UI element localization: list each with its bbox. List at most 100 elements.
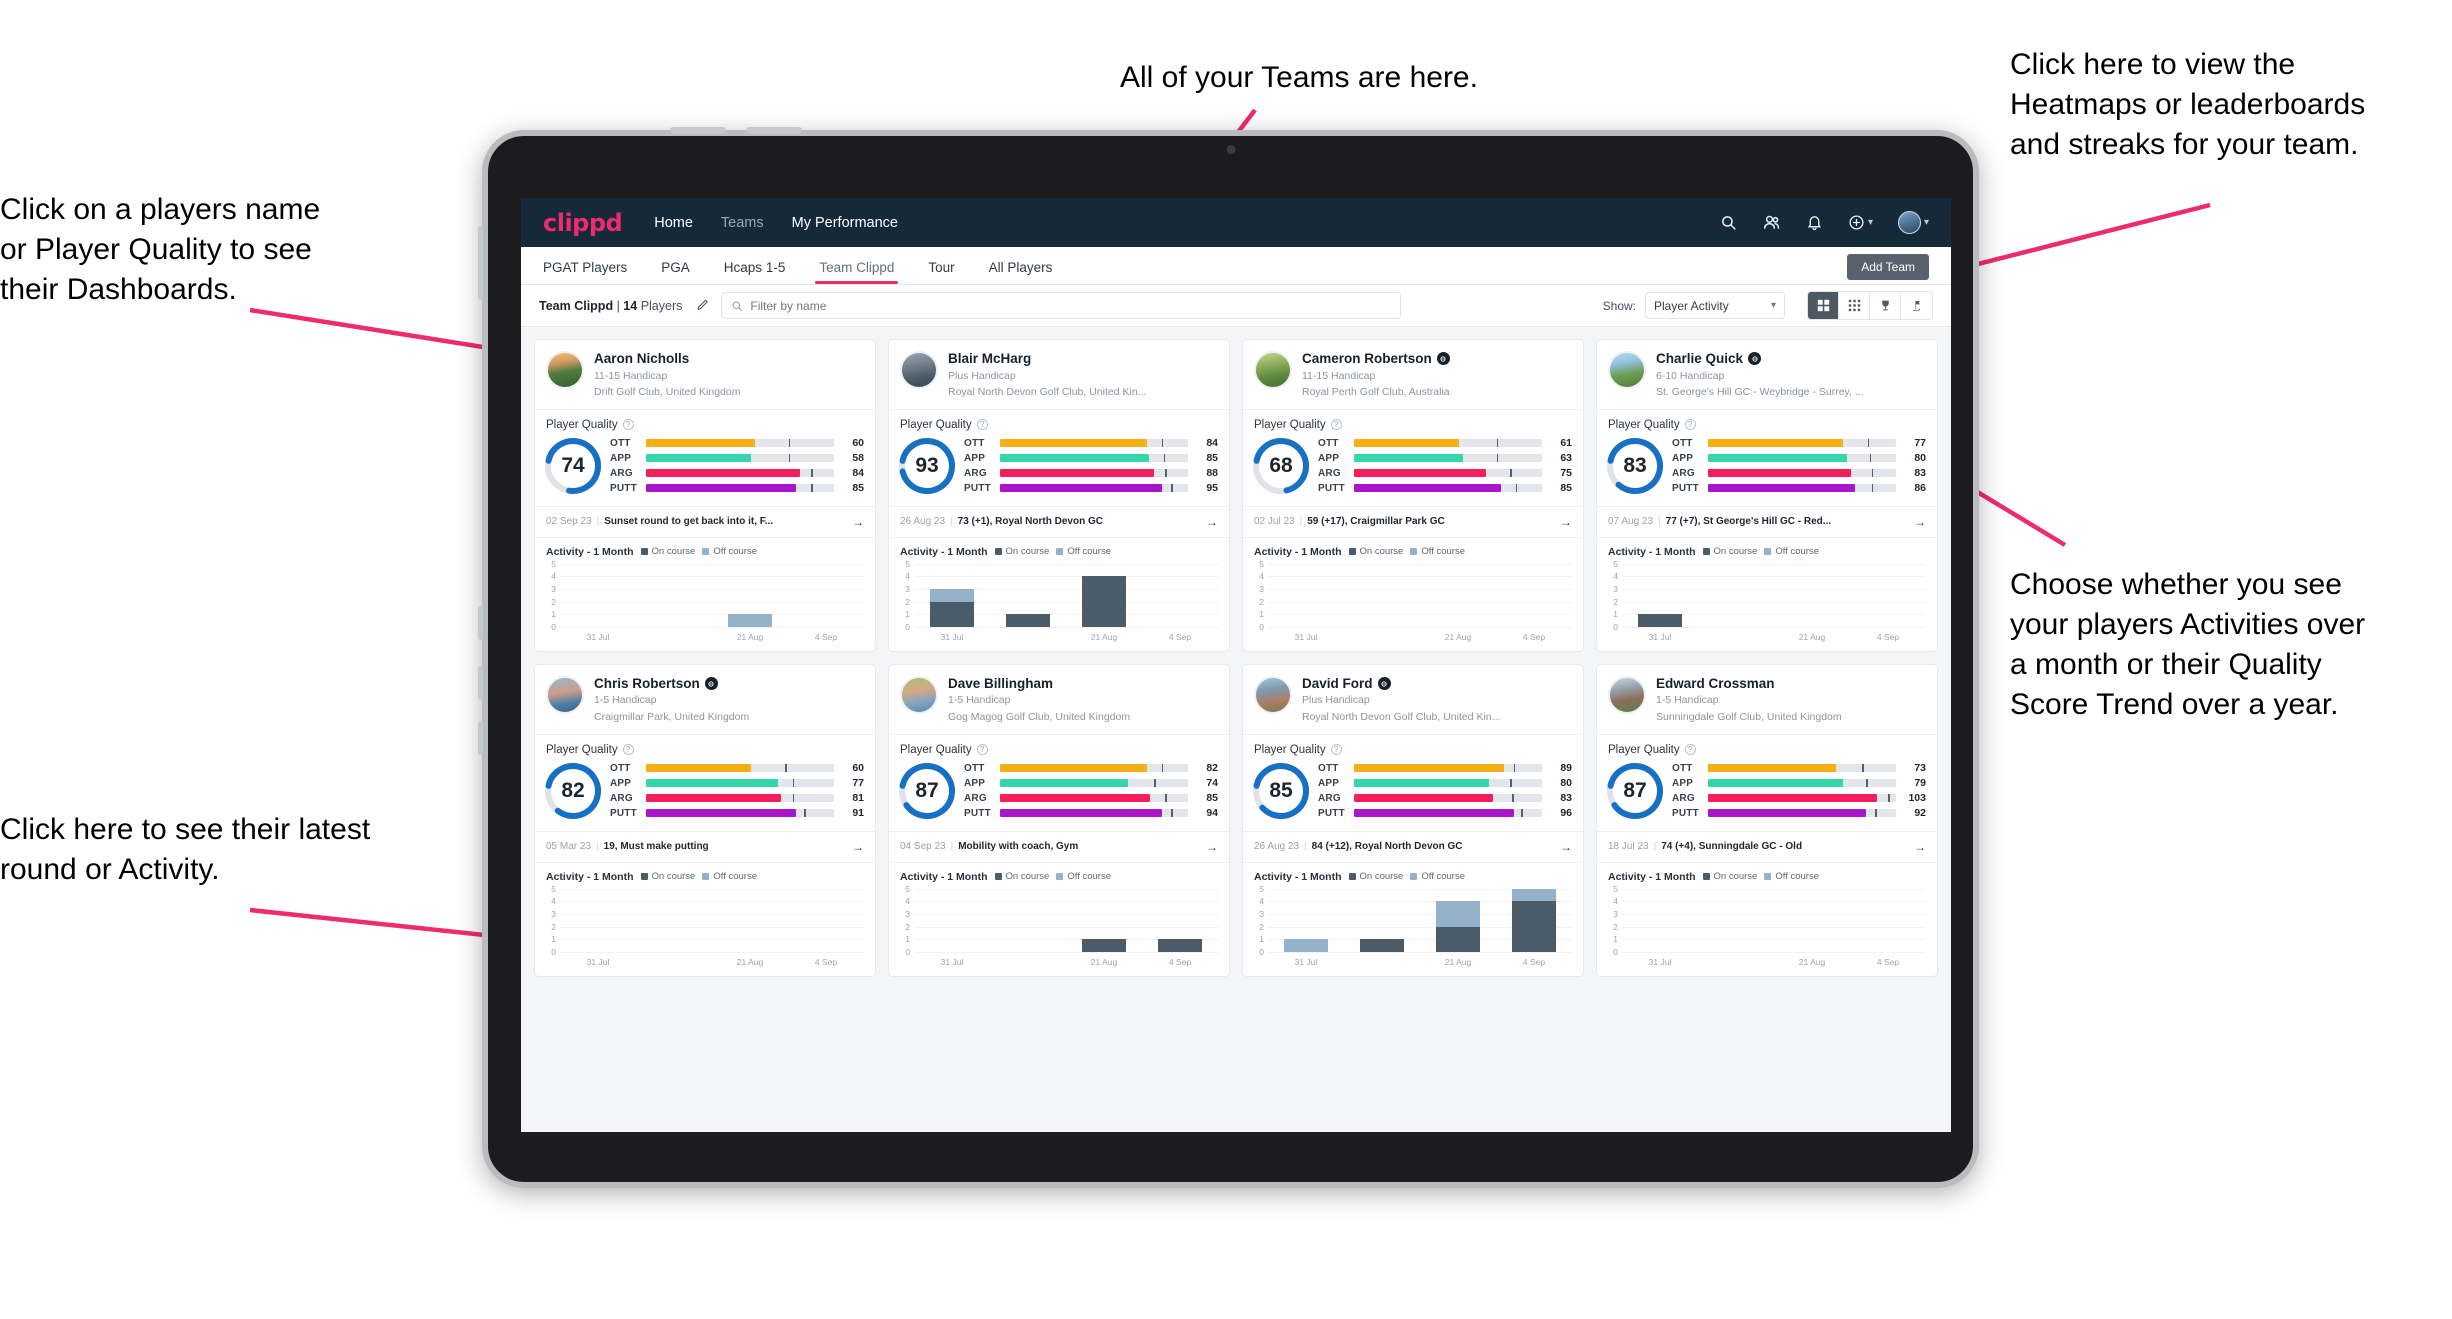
- nav-link-my-performance[interactable]: My Performance: [792, 215, 898, 231]
- metric-label: OTT: [1672, 437, 1693, 449]
- nav-link-teams[interactable]: Teams: [721, 215, 764, 231]
- player-quality-body[interactable]: 83 OTT 77 APP 80 ARG 83 PUTT 86: [1597, 433, 1937, 506]
- player-name[interactable]: Edward Crossman: [1656, 676, 1926, 692]
- question-mark-icon[interactable]: ?: [622, 419, 634, 431]
- arrow-right-icon[interactable]: →: [1908, 515, 1926, 529]
- question-mark-icon[interactable]: ?: [1330, 744, 1342, 756]
- latest-round-row[interactable]: 26 Aug 23 | 73 (+1), Royal North Devon G…: [889, 505, 1229, 538]
- player-card-header[interactable]: Edward Crossman 1-5 Handicap Sunningdale…: [1597, 665, 1937, 734]
- nav-link-home[interactable]: Home: [654, 215, 693, 231]
- tab-pga[interactable]: PGA: [661, 260, 690, 284]
- y-axis-tick: 4: [551, 896, 556, 907]
- player-card[interactable]: Aaron Nicholls 11-15 Handicap Drift Golf…: [534, 339, 876, 652]
- player-card[interactable]: Cameron Robertson 11-15 Handicap Royal P…: [1242, 339, 1584, 652]
- player-quality-body[interactable]: 87 OTT 73 APP 79 ARG 103 PUTT 92: [1597, 758, 1937, 831]
- player-card-header[interactable]: David Ford Plus Handicap Royal North Dev…: [1243, 665, 1583, 734]
- player-card-header[interactable]: Chris Robertson 1-5 Handicap Craigmillar…: [535, 665, 875, 734]
- latest-round-row[interactable]: 02 Sep 23 | Sunset round to get back int…: [535, 505, 875, 538]
- player-card[interactable]: Charlie Quick 6-10 Handicap St. George's…: [1596, 339, 1938, 652]
- player-card[interactable]: David Ford Plus Handicap Royal North Dev…: [1242, 663, 1584, 977]
- player-card-header[interactable]: Charlie Quick 6-10 Handicap St. George's…: [1597, 340, 1937, 409]
- player-card[interactable]: Blair McHarg Plus Handicap Royal North D…: [888, 339, 1230, 652]
- search-input[interactable]: [750, 298, 1392, 313]
- question-mark-icon[interactable]: ?: [622, 744, 634, 756]
- arrow-right-icon[interactable]: →: [1554, 840, 1572, 854]
- player-name[interactable]: Aaron Nicholls: [594, 351, 864, 367]
- player-card[interactable]: Edward Crossman 1-5 Handicap Sunningdale…: [1596, 663, 1938, 977]
- player-quality-body[interactable]: 93 OTT 84 APP 85 ARG 88 PUTT 95: [889, 433, 1229, 506]
- trophy-icon[interactable]: [1870, 292, 1901, 319]
- player-card-header[interactable]: Dave Billingham 1-5 Handicap Gog Magog G…: [889, 665, 1229, 734]
- player-quality-body[interactable]: 68 OTT 61 APP 63 ARG 75 PUTT 85: [1243, 433, 1583, 506]
- plus-circle-icon[interactable]: ▾: [1848, 214, 1873, 231]
- question-mark-icon[interactable]: ?: [1684, 419, 1696, 431]
- flag-icon[interactable]: [1901, 292, 1932, 319]
- player-quality-body[interactable]: 87 OTT 82 APP 74 ARG 85 PUTT 94: [889, 758, 1229, 831]
- tab-all-players[interactable]: All Players: [989, 260, 1053, 284]
- question-mark-icon[interactable]: ?: [1330, 419, 1342, 431]
- player-name[interactable]: Cameron Robertson: [1302, 351, 1572, 367]
- tab-tour[interactable]: Tour: [928, 260, 954, 284]
- latest-round-row[interactable]: 05 Mar 23 | 19, Must make putting →: [535, 830, 875, 863]
- metric-value: 85: [1206, 792, 1218, 805]
- chart-plot-area: 01 2 34 5: [1259, 884, 1572, 957]
- activity-header: Activity - 1 Month On course Off course: [889, 863, 1229, 887]
- add-team-button[interactable]: Add Team: [1847, 254, 1929, 280]
- arrow-right-icon[interactable]: →: [1908, 840, 1926, 854]
- grid-small-icon[interactable]: [1839, 292, 1870, 319]
- player-name-text: Aaron Nicholls: [594, 351, 690, 366]
- legend-on-course: On course: [994, 871, 1049, 882]
- player-quality-text: Player Quality: [1608, 418, 1680, 431]
- latest-round-row[interactable]: 07 Aug 23 | 77 (+7), St George's Hill GC…: [1597, 505, 1937, 538]
- metric-row: ARG 83: [1318, 792, 1572, 804]
- metric-label: PUTT: [1672, 482, 1699, 494]
- arrow-right-icon[interactable]: →: [1554, 515, 1572, 529]
- y-axis-tick: 0: [551, 946, 556, 957]
- tab-hcaps-1-5[interactable]: Hcaps 1-5: [724, 260, 786, 284]
- player-club: Craigmillar Park, United Kingdom: [594, 710, 750, 723]
- show-select[interactable]: Player Activity ▾: [1645, 292, 1785, 319]
- arrow-right-icon[interactable]: →: [1200, 515, 1218, 529]
- question-mark-icon[interactable]: ?: [976, 744, 988, 756]
- latest-round-row[interactable]: 02 Jul 23 | 59 (+17), Craigmillar Park G…: [1243, 505, 1583, 538]
- question-mark-icon[interactable]: ?: [976, 419, 988, 431]
- player-name[interactable]: David Ford: [1302, 676, 1572, 692]
- pencil-icon[interactable]: [696, 299, 709, 312]
- avatar[interactable]: ▾: [1897, 211, 1929, 234]
- latest-round-row[interactable]: 04 Sep 23 | Mobility with coach, Gym →: [889, 830, 1229, 863]
- player-card-header[interactable]: Aaron Nicholls 11-15 Handicap Drift Golf…: [535, 340, 875, 409]
- grid-large-icon[interactable]: [1808, 292, 1839, 319]
- search-input-wrapper[interactable]: [721, 292, 1402, 319]
- arrow-right-icon[interactable]: →: [1200, 840, 1218, 854]
- player-name[interactable]: Chris Robertson: [594, 676, 864, 692]
- arrow-right-icon[interactable]: →: [846, 515, 864, 529]
- player-card[interactable]: Dave Billingham 1-5 Handicap Gog Magog G…: [888, 663, 1230, 977]
- search-icon[interactable]: [1720, 214, 1737, 231]
- people-icon[interactable]: [1762, 213, 1781, 232]
- tab-team-clippd[interactable]: Team Clippd: [815, 260, 899, 284]
- y-axis-tick: 1: [551, 609, 556, 620]
- metric-row: ARG 84: [610, 467, 864, 479]
- player-quality-body[interactable]: 85 OTT 89 APP 80 ARG 83 PUTT 96: [1243, 758, 1583, 831]
- clippd-logo[interactable]: clippd: [543, 209, 623, 237]
- arrow-right-icon[interactable]: →: [846, 840, 864, 854]
- player-name[interactable]: Blair McHarg: [948, 351, 1218, 367]
- bell-icon[interactable]: [1806, 214, 1823, 231]
- player-name-text: Edward Crossman: [1656, 675, 1775, 691]
- latest-round-row[interactable]: 26 Aug 23 | 84 (+12), Royal North Devon …: [1243, 830, 1583, 863]
- player-name[interactable]: Dave Billingham: [948, 676, 1218, 692]
- player-card[interactable]: Chris Robertson 1-5 Handicap Craigmillar…: [534, 663, 876, 977]
- question-mark-icon[interactable]: ?: [1684, 744, 1696, 756]
- player-quality-body[interactable]: 74 OTT 60 APP 58 ARG 84 PUTT 85: [535, 433, 875, 506]
- player-name[interactable]: Charlie Quick: [1656, 351, 1926, 367]
- chevron-down-icon-avatar[interactable]: ▾: [1924, 217, 1929, 228]
- tab-pgat-players[interactable]: PGAT Players: [543, 260, 627, 284]
- latest-round-row[interactable]: 18 Jul 23 | 74 (+4), Sunningdale GC - Ol…: [1597, 830, 1937, 863]
- player-club: Drift Golf Club, United Kingdom: [594, 385, 741, 398]
- chevron-down-icon[interactable]: ▾: [1868, 217, 1873, 228]
- player-card-header[interactable]: Cameron Robertson 11-15 Handicap Royal P…: [1243, 340, 1583, 409]
- player-quality-body[interactable]: 82 OTT 60 APP 77 ARG 81 PUTT 91: [535, 758, 875, 831]
- bar-slot: [1066, 889, 1142, 952]
- metric-label: OTT: [1318, 437, 1339, 449]
- player-card-header[interactable]: Blair McHarg Plus Handicap Royal North D…: [889, 340, 1229, 409]
